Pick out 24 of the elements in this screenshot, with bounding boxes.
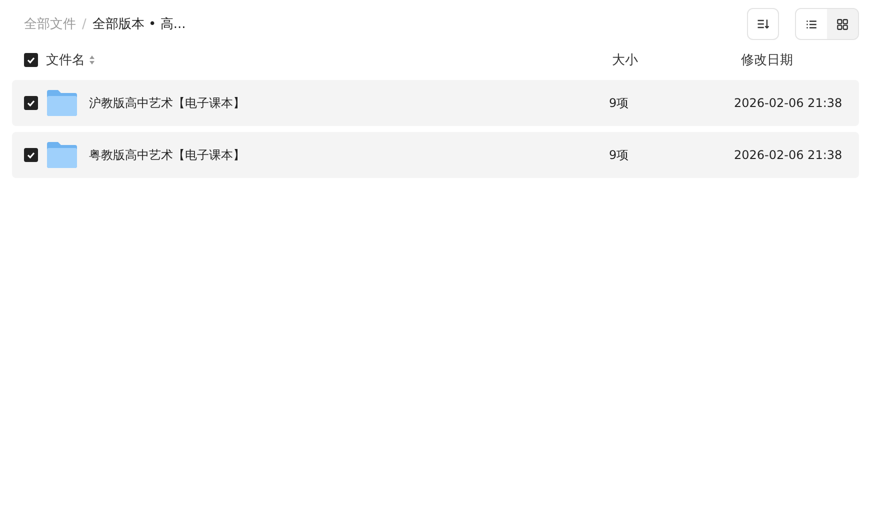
checkbox[interactable] <box>24 96 38 110</box>
breadcrumb-separator: / <box>82 16 86 32</box>
list-icon <box>805 18 818 30</box>
sort-button[interactable] <box>747 8 779 40</box>
checkbox[interactable] <box>24 148 38 162</box>
folder-icon <box>47 90 77 116</box>
column-header: 修改日期 <box>741 53 793 68</box>
folder-icon <box>47 142 77 168</box>
file-row[interactable]: 粤教版高中艺术【电子课本】 9项 2026-02-06 21:38 <box>12 132 859 178</box>
sort-icon[interactable] <box>89 55 95 65</box>
column-header[interactable]: 文件名 <box>46 51 85 69</box>
breadcrumb-link[interactable]: 全部版本 • 高... <box>92 15 186 33</box>
modified-date: 2026-02-06 21:38 <box>734 148 842 162</box>
column-header: 大小 <box>612 53 638 68</box>
file-name[interactable]: 沪教版高中艺术【电子课本】 <box>89 94 245 112</box>
file-name[interactable]: 粤教版高中艺术【电子课本】 <box>89 146 245 164</box>
file-row[interactable]: 沪教版高中艺术【电子课本】 9项 2026-02-06 21:38 <box>12 80 859 126</box>
checkbox[interactable] <box>24 53 38 67</box>
file-size: 9项 <box>609 96 629 110</box>
grid-icon <box>836 18 849 30</box>
list-view-button[interactable] <box>796 9 827 39</box>
sort-order-icon <box>756 17 770 31</box>
modified-date: 2026-02-06 21:38 <box>734 96 842 110</box>
file-size: 9项 <box>609 148 629 162</box>
